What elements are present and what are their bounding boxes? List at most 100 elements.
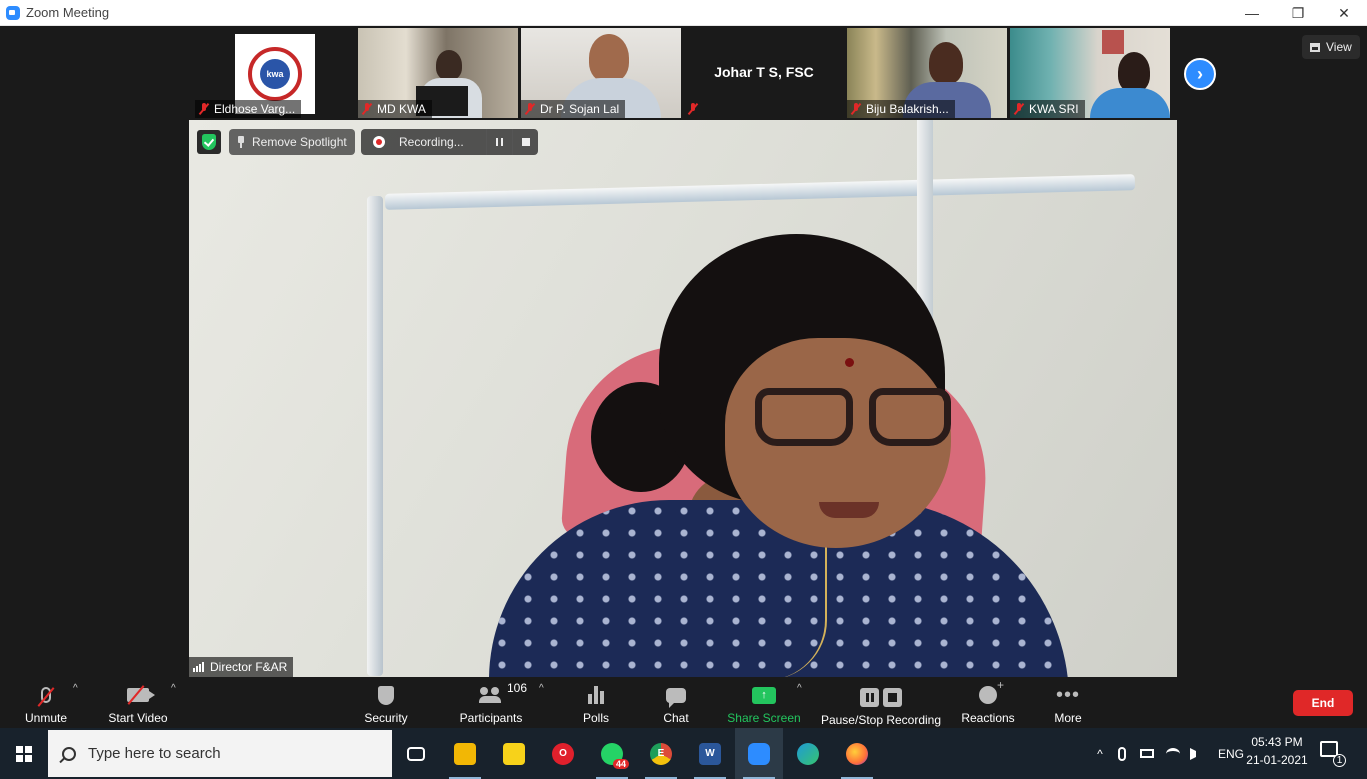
zoom-window: Zoom Meeting — ❐ ✕ kwa Eldhose Varg... M… — [0, 0, 1367, 779]
video-options-caret[interactable]: ^ — [171, 683, 176, 694]
participant-name: KWA SRI — [1010, 100, 1085, 118]
taskbar-app-chrome[interactable]: E — [637, 728, 685, 779]
participants-icon — [479, 687, 503, 703]
system-tray: ^ ENG — [1092, 728, 1244, 779]
participant-tile[interactable]: KWA SRI — [1010, 28, 1170, 118]
participant-name: Eldhose Varg... — [195, 100, 302, 118]
wall-pipe — [367, 196, 383, 676]
pause-stop-recording-button[interactable]: Pause/Stop Recording — [818, 681, 944, 727]
recording-indicator: Recording... — [361, 129, 538, 155]
participant-body — [1090, 88, 1170, 118]
start-button[interactable] — [0, 728, 48, 779]
taskbar-app-file-explorer[interactable] — [441, 728, 489, 779]
spotlight-video: Remove Spotlight Recording... Director F… — [189, 120, 1177, 677]
share-options-caret[interactable]: ^ — [797, 683, 802, 694]
share-screen-button[interactable]: ↑ Share Screen — [726, 681, 802, 725]
battery-icon[interactable] — [1140, 749, 1154, 758]
close-button[interactable]: ✕ — [1321, 0, 1367, 26]
taskbar-search-box[interactable]: Type here to search — [48, 730, 392, 777]
microphone-in-use-icon[interactable] — [1118, 746, 1126, 761]
camera-off-icon — [127, 688, 155, 702]
audio-options-caret[interactable]: ^ — [73, 683, 78, 694]
participant-tile[interactable]: Dr P. Sojan Lal — [521, 28, 681, 118]
meeting-toolbar: Unmute ^ Start Video ^ Security 106 Part… — [0, 677, 1367, 728]
participant-tile[interactable]: MD KWA — [358, 28, 518, 118]
start-video-button[interactable]: Start Video — [104, 681, 172, 725]
chat-button[interactable]: Chat — [656, 681, 696, 725]
window-controls: — ❐ ✕ — [1229, 0, 1367, 26]
action-center-button[interactable]: 1 — [1320, 741, 1346, 767]
task-view-icon — [407, 746, 425, 761]
participant-name — [684, 100, 709, 118]
view-button[interactable]: View — [1302, 35, 1360, 59]
participant-head — [929, 42, 963, 84]
participant-count: 106 — [507, 681, 528, 695]
taskbar-app-opera[interactable]: O — [539, 728, 587, 779]
sticky-note-icon — [503, 742, 525, 765]
clock-time: 05:43 PM — [1251, 735, 1303, 749]
window-title: Zoom Meeting — [26, 5, 110, 20]
shield-icon — [378, 685, 394, 705]
tray-chevron-icon[interactable]: ^ — [1092, 747, 1108, 761]
zoom-app-icon — [6, 5, 20, 20]
firefox-icon — [846, 742, 868, 765]
remove-spotlight-button[interactable]: Remove Spotlight — [229, 129, 355, 155]
taskbar-app-sticky-notes[interactable] — [490, 728, 538, 779]
task-view-button[interactable] — [392, 728, 440, 779]
more-button[interactable]: ••• More — [1048, 681, 1088, 725]
recording-controls-icon — [860, 687, 902, 707]
windows-taskbar: Type here to search O 44 E W ^ ENG 05:43… — [0, 728, 1367, 779]
folder-icon — [454, 742, 476, 765]
language-indicator[interactable]: ENG — [1218, 747, 1244, 761]
security-button[interactable]: Security — [360, 681, 412, 725]
more-dots-icon: ••• — [1055, 684, 1080, 706]
participant-name: Dr P. Sojan Lal — [521, 100, 626, 118]
chrome-icon: E — [650, 742, 672, 765]
wifi-icon[interactable] — [1166, 747, 1180, 760]
taskbar-app-edge[interactable] — [784, 728, 832, 779]
participant-name: MD KWA — [358, 100, 432, 118]
speaker-bindi — [845, 358, 854, 367]
participant-tile[interactable]: Biju Balakrish... — [847, 28, 1007, 118]
unmute-button[interactable]: Unmute — [20, 681, 72, 725]
mic-muted-icon — [688, 103, 698, 115]
participant-name: Biju Balakrish... — [847, 100, 955, 118]
restore-button[interactable]: ❐ — [1275, 0, 1321, 26]
participant-head — [436, 50, 462, 80]
next-page-button[interactable]: › — [1184, 58, 1216, 90]
zoom-icon — [748, 742, 770, 765]
recording-dot-icon — [373, 136, 385, 148]
minimize-button[interactable]: — — [1229, 0, 1275, 26]
volume-icon[interactable] — [1190, 747, 1204, 760]
clock-date: 21-01-2021 — [1246, 753, 1308, 767]
signal-strength-icon — [193, 662, 204, 672]
notification-count: 1 — [1333, 754, 1346, 767]
pause-icon — [496, 138, 503, 146]
taskbar-clock[interactable]: 05:43 PM 21-01-2021 — [1244, 733, 1310, 769]
participant-strip: kwa Eldhose Varg... MD KWA Dr P. Sojan L… — [0, 26, 1367, 120]
seal-icon: kwa — [248, 47, 302, 101]
reactions-button[interactable]: Reactions — [958, 678, 1018, 725]
microphone-muted-icon — [41, 687, 51, 703]
end-meeting-button[interactable]: End — [1293, 690, 1353, 716]
taskbar-app-whatsapp[interactable]: 44 — [588, 728, 636, 779]
participants-button[interactable]: 106 Participants — [456, 681, 528, 725]
taskbar-app-word[interactable]: W — [686, 728, 734, 779]
share-screen-icon: ↑ — [752, 686, 776, 704]
mic-muted-icon — [1014, 103, 1024, 115]
polls-button[interactable]: Polls — [576, 681, 616, 725]
pause-recording-button[interactable] — [486, 129, 512, 155]
participants-options-caret[interactable]: ^ — [539, 683, 544, 694]
taskbar-app-firefox[interactable] — [833, 728, 881, 779]
speaker-name-label: Director F&AR — [189, 657, 294, 677]
participant-tile[interactable]: Johar T S, FSC — [684, 28, 844, 118]
mic-muted-icon — [525, 103, 535, 115]
speaker-mouth — [819, 502, 879, 518]
reactions-smiley-icon — [979, 678, 1004, 704]
encryption-shield-icon[interactable] — [197, 130, 221, 154]
stop-recording-button[interactable] — [512, 129, 538, 155]
taskbar-app-zoom[interactable] — [735, 728, 783, 779]
mic-muted-icon — [199, 103, 209, 115]
glasses-left — [755, 388, 853, 446]
participant-tile[interactable]: kwa Eldhose Varg... — [195, 28, 355, 118]
